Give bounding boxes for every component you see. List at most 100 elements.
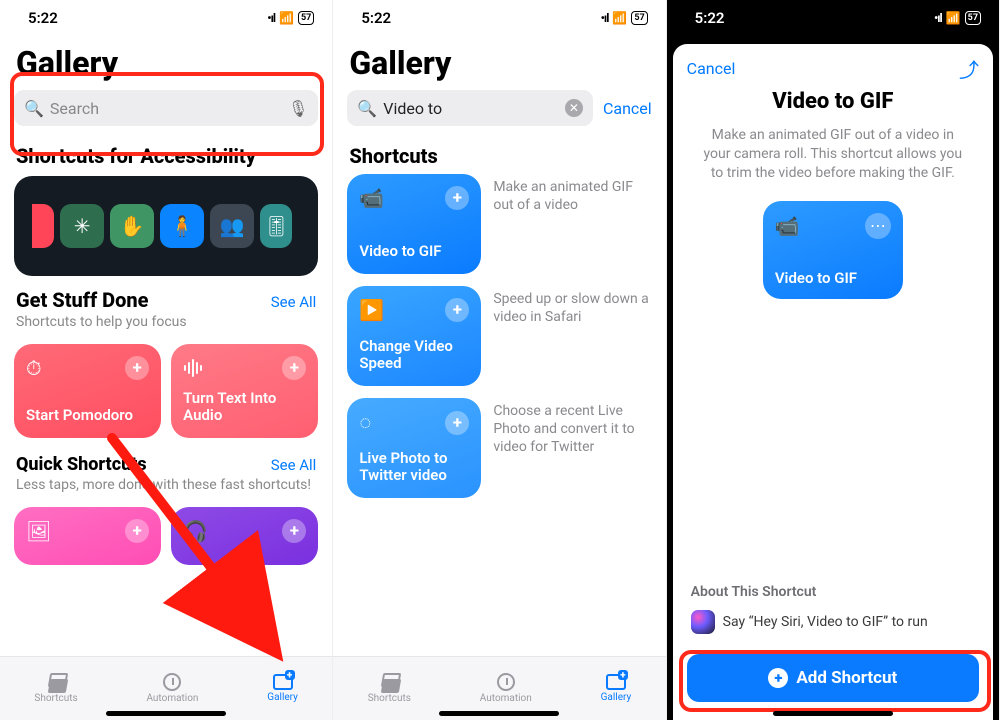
home-indicator [773, 711, 893, 716]
search-result[interactable]: ▶️ + Change Video Speed Speed up or slow… [347, 286, 651, 386]
accessibility-tile-icon [32, 204, 54, 248]
add-shortcut-button[interactable]: + Add Shortcut [687, 654, 979, 702]
clear-search-button[interactable]: ✕ [565, 99, 583, 117]
section-accessibility-title: Shortcuts for Accessibility [0, 134, 332, 170]
tab-label: Automation [480, 693, 532, 704]
video-icon: 📹 [775, 214, 800, 238]
shortcut-card[interactable]: 🎧 + [171, 507, 318, 565]
play-icon: ▶️ [359, 298, 384, 322]
cellular-icon [934, 11, 942, 25]
shortcut-preview-card[interactable]: 📹 ⋯ Video to GIF [763, 201, 903, 299]
status-bar: 5:22 57 [333, 0, 665, 36]
add-button-label: Add Shortcut [796, 668, 897, 688]
accessibility-strip[interactable]: ✳︎ ✋ 🧍 👥 🎚 [14, 176, 318, 276]
result-description: Make an animated GIF out of a video [493, 174, 651, 274]
add-shortcut-plus-icon[interactable]: + [445, 411, 469, 435]
image-icon: 🖼 [26, 519, 51, 543]
status-bar: 5:22 57 [667, 0, 999, 36]
result-description: Speed up or slow down a video in Safari [493, 286, 651, 386]
shortcut-card[interactable]: 🖼 + [14, 507, 161, 565]
card-label: Change Video Speed [359, 338, 469, 373]
page-title: Gallery [0, 36, 332, 86]
more-options-button[interactable]: ⋯ [865, 213, 891, 239]
livephoto-icon: ◌ [359, 410, 371, 435]
card-label: Start Pomodoro [26, 407, 149, 424]
siri-hint-text: Say “Hey Siri, Video to GIF” to run [723, 614, 928, 630]
search-cancel-button[interactable]: Cancel [603, 99, 652, 118]
video-icon: 📹 [359, 186, 384, 210]
section-quick-subtitle: Less taps, more done with these fast sho… [0, 477, 332, 501]
shortcut-card-pomodoro[interactable]: ⏱ + Start Pomodoro [14, 344, 161, 438]
section-quick-title: Quick Shortcuts [0, 444, 163, 477]
accessibility-icon: 🧍 [160, 204, 204, 248]
tab-gallery[interactable]: Gallery [267, 674, 298, 703]
cellular-icon [267, 11, 275, 25]
tab-label: Gallery [267, 692, 298, 703]
page-title: Gallery [333, 36, 665, 86]
search-result[interactable]: ◌ + Live Photo to Twitter video Choose a… [347, 398, 651, 498]
search-placeholder: Search [50, 99, 99, 118]
tab-gallery[interactable]: Gallery [601, 674, 632, 703]
add-shortcut-plus-icon[interactable]: + [445, 186, 469, 210]
siri-hint-row: Say “Hey Siri, Video to GIF” to run [691, 610, 975, 634]
wifi-icon [279, 11, 294, 25]
battery-icon: 57 [965, 11, 981, 25]
search-icon: 🔍 [24, 99, 44, 118]
medical-icon: ✳︎ [60, 204, 104, 248]
wifi-icon [612, 11, 627, 25]
search-input[interactable]: 🔍 Video to ✕ [347, 90, 593, 126]
status-time: 5:22 [361, 9, 391, 27]
section-getstuff-subtitle: Shortcuts to help you focus [0, 314, 332, 338]
card-label: Turn Text Into Audio [183, 390, 306, 425]
search-result[interactable]: 📹 + Video to GIF Make an animated GIF ou… [347, 174, 651, 274]
battery-icon: 57 [298, 11, 314, 25]
tab-label: Automation [146, 693, 198, 704]
add-shortcut-plus-icon[interactable]: + [125, 356, 149, 380]
mic-icon[interactable]: 🎙 [288, 99, 308, 118]
add-shortcut-plus-icon[interactable]: + [282, 356, 306, 380]
status-time: 5:22 [695, 9, 725, 27]
shortcuts-tab-icon [379, 673, 399, 691]
status-time: 5:22 [28, 9, 58, 27]
add-shortcut-plus-icon[interactable]: + [445, 298, 469, 322]
hand-icon: ✋ [110, 204, 154, 248]
section-shortcuts-title: Shortcuts [333, 134, 665, 170]
people-icon: 👥 [210, 204, 254, 248]
result-description: Choose a recent Live Photo and convert i… [493, 398, 651, 498]
card-label: Live Photo to Twitter video [359, 450, 469, 485]
add-shortcut-plus-icon[interactable]: + [282, 519, 306, 543]
see-all-link[interactable]: See All [271, 456, 317, 474]
timer-icon: ⏱ [26, 356, 42, 380]
card-label: Video to GIF [359, 243, 469, 260]
cancel-button[interactable]: Cancel [687, 59, 736, 78]
tab-automation[interactable]: Automation [146, 673, 198, 704]
tab-shortcuts[interactable]: Shortcuts [34, 673, 77, 704]
sliders-icon: 🎚 [260, 204, 292, 248]
home-indicator [106, 711, 226, 716]
sheet-title: Video to GIF [673, 89, 993, 114]
card-label: Video to GIF [775, 269, 891, 287]
add-shortcut-plus-icon[interactable]: + [125, 519, 149, 543]
cellular-icon [601, 11, 609, 25]
gallery-tab-icon [606, 674, 626, 690]
home-indicator [439, 711, 559, 716]
siri-icon [691, 610, 715, 634]
share-button[interactable]: ⤴︎ [959, 54, 979, 83]
tab-shortcuts[interactable]: Shortcuts [368, 673, 411, 704]
sheet-description: Make an animated GIF out of a video in y… [673, 114, 993, 201]
headphones-icon: 🎧 [183, 519, 208, 543]
shortcut-card-text-to-audio[interactable]: + Turn Text Into Audio [171, 344, 318, 438]
tab-label: Shortcuts [368, 693, 411, 704]
tab-automation[interactable]: Automation [480, 673, 532, 704]
search-value: Video to [383, 99, 442, 118]
search-input[interactable]: 🔍 Search 🎙 [14, 90, 318, 126]
shortcuts-tab-icon [46, 673, 66, 691]
plus-circle-icon: + [768, 668, 788, 688]
tab-label: Shortcuts [34, 693, 77, 704]
section-getstuff-title: Get Stuff Done [0, 278, 165, 314]
see-all-link[interactable]: See All [271, 293, 317, 311]
wifi-icon [946, 11, 961, 25]
automation-tab-icon [163, 673, 181, 691]
about-heading: About This Shortcut [691, 584, 975, 600]
tab-label: Gallery [601, 692, 632, 703]
